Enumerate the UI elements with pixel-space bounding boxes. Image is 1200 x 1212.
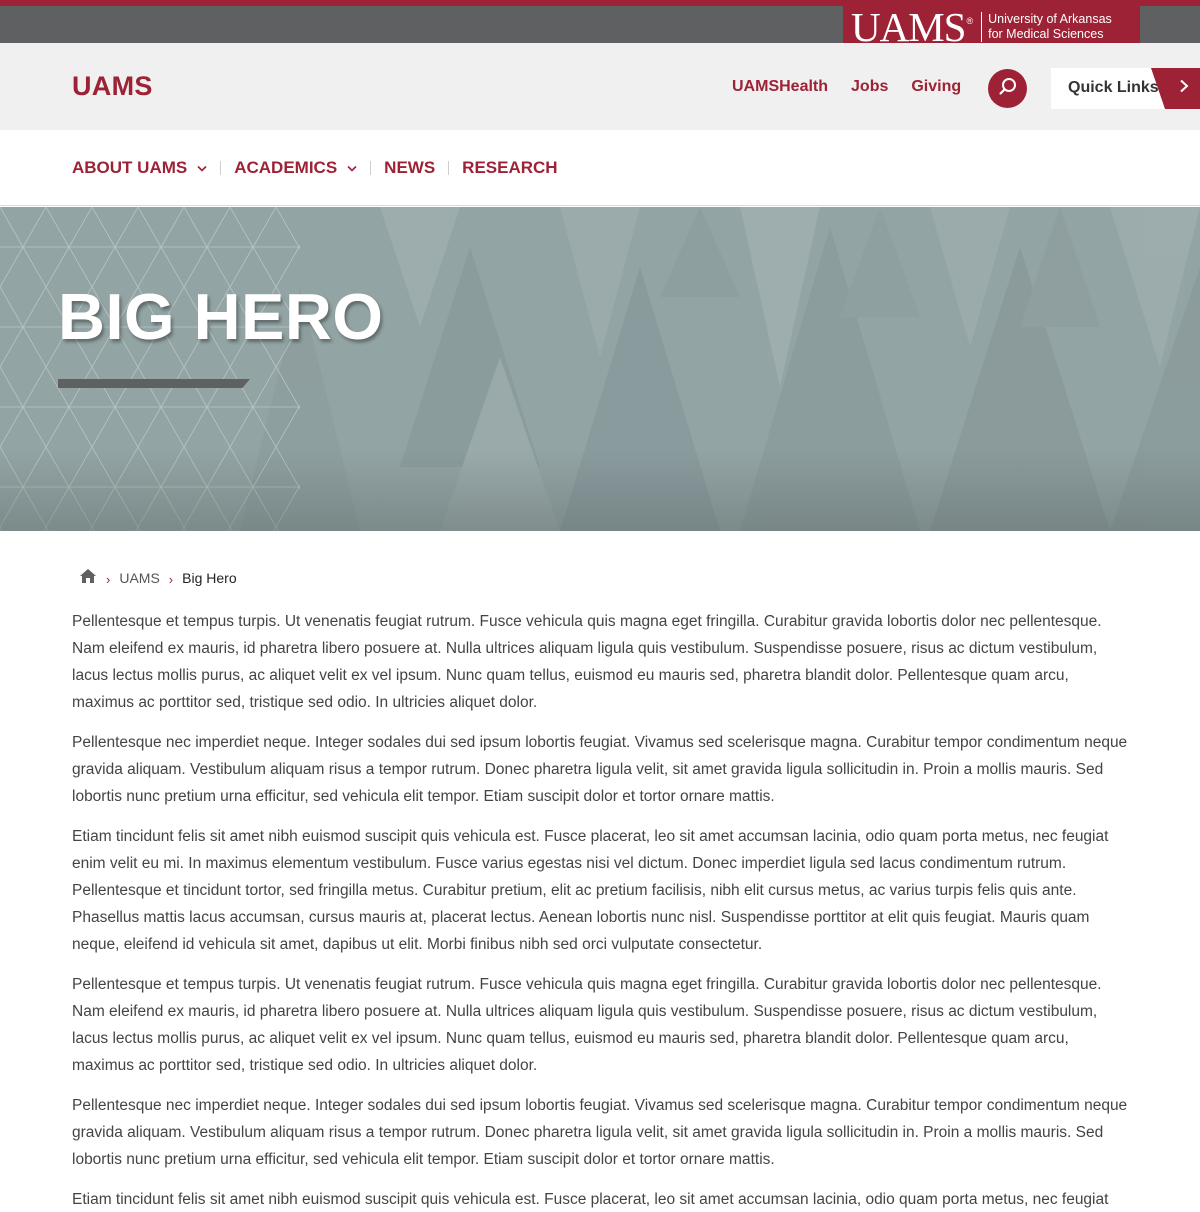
main-content: Pellentesque et tempus turpis. Ut venena…	[72, 608, 1132, 1212]
body-paragraph: Pellentesque et tempus turpis. Ut venena…	[72, 976, 1102, 1074]
link-giving[interactable]: Giving	[911, 78, 961, 96]
body-paragraph: Etiam tincidunt felis sit amet nibh euis…	[72, 1191, 1109, 1208]
nav-item-news[interactable]: NEWS	[384, 158, 435, 178]
brand-divider	[981, 12, 983, 42]
chevron-down-icon[interactable]	[347, 165, 357, 172]
site-header: UAMS UAMSHealth Jobs Giving Quick Links	[0, 43, 1200, 130]
nav-item-label: RESEARCH	[462, 158, 558, 177]
search-button[interactable]	[988, 69, 1027, 108]
utility-links: UAMSHealth Jobs Giving	[732, 78, 961, 96]
nav-divider	[220, 161, 222, 175]
breadcrumb-link-uams[interactable]: UAMS	[119, 570, 159, 586]
brand-line-1: University of Arkansas	[988, 12, 1112, 26]
nav-item-research[interactable]: RESEARCH	[462, 158, 557, 178]
body-paragraph: Pellentesque et tempus turpis. Ut venena…	[72, 613, 1102, 711]
nav-item-label: ACADEMICS	[234, 158, 338, 177]
link-jobs[interactable]: Jobs	[851, 78, 888, 96]
breadcrumb-separator: ›	[168, 572, 174, 587]
main-nav-list: ABOUT UAMS ACADEMICS NEWS RESEARCH	[72, 158, 558, 178]
search-icon	[998, 76, 1018, 101]
hero-pattern	[0, 207, 1200, 531]
breadcrumb-current: Big Hero	[182, 569, 237, 586]
quick-links-button[interactable]: Quick Links	[1051, 68, 1200, 109]
nav-item-about-uams[interactable]: ABOUT UAMS	[72, 158, 207, 178]
home-icon[interactable]	[79, 568, 97, 587]
main-navigation: ABOUT UAMS ACADEMICS NEWS RESEARCH	[0, 130, 1200, 206]
body-paragraph: Pellentesque nec imperdiet neque. Intege…	[72, 1097, 1128, 1168]
chevron-down-icon[interactable]	[197, 165, 207, 172]
body-paragraph: Pellentesque nec imperdiet neque. Intege…	[72, 734, 1128, 805]
site-logo[interactable]: UAMS	[72, 71, 153, 102]
quick-links-label: Quick Links	[1068, 79, 1159, 96]
hero-banner: BIG HERO	[0, 207, 1200, 531]
nav-divider	[370, 161, 372, 175]
brand-line-2: for Medical Sciences	[988, 27, 1104, 41]
quick-links-arrow	[1151, 68, 1200, 109]
registered-mark: ®	[966, 16, 974, 26]
nav-item-label: NEWS	[384, 158, 436, 177]
top-utility-bar: UAMS ® University of Arkansas for Medica…	[0, 0, 1200, 48]
chevron-right-icon	[1179, 79, 1189, 98]
hero-title: BIG HERO	[58, 280, 384, 353]
nav-item-academics[interactable]: ACADEMICS	[234, 158, 357, 178]
uams-brand-badge[interactable]: UAMS ® University of Arkansas for Medica…	[843, 6, 1140, 48]
nav-divider	[448, 161, 450, 175]
body-paragraph: Etiam tincidunt felis sit amet nibh euis…	[72, 828, 1109, 953]
nav-item-label: ABOUT UAMS	[72, 158, 188, 177]
brand-fullname: University of Arkansas for Medical Scien…	[988, 12, 1112, 42]
brand-wordmark: UAMS	[851, 3, 966, 50]
breadcrumb-separator: ›	[106, 572, 111, 587]
hero-underline	[58, 379, 250, 388]
breadcrumb: › UAMS › Big Hero	[79, 568, 237, 587]
link-uamshealth[interactable]: UAMSHealth	[732, 78, 828, 96]
